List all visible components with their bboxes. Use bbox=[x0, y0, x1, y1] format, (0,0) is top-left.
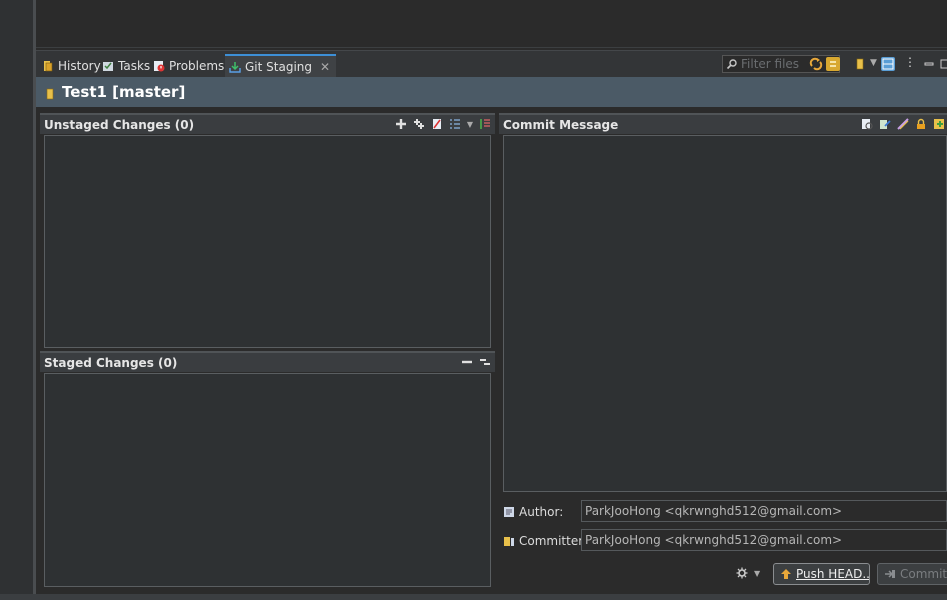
layout-toggle-icon[interactable] bbox=[881, 57, 895, 71]
author-label-text: Author: bbox=[519, 505, 564, 519]
commit-button[interactable]: Commit bbox=[877, 563, 947, 585]
repository-icon[interactable] bbox=[853, 57, 867, 71]
chevron-down-icon[interactable]: ▼ bbox=[754, 569, 760, 578]
presentation-icon[interactable] bbox=[449, 118, 461, 130]
tab-git-staging-label: Git Staging bbox=[245, 60, 313, 74]
commit-label: Commit bbox=[900, 567, 947, 581]
maximize-icon[interactable] bbox=[939, 57, 947, 71]
author-value: ParkJooHong <qkrwnghd512@gmail.com> bbox=[585, 504, 843, 518]
gear-icon[interactable] bbox=[736, 567, 748, 579]
author-label: Author: bbox=[503, 504, 563, 520]
remove-all-icon[interactable] bbox=[479, 356, 491, 368]
chevron-down-icon[interactable]: ▼ bbox=[467, 120, 473, 129]
committer-label-text: Committer: bbox=[519, 534, 587, 548]
staged-changes-section: Staged Changes (0) bbox=[40, 351, 495, 590]
staged-changes-header: Staged Changes (0) bbox=[40, 351, 495, 372]
commit-message-editor[interactable] bbox=[503, 135, 947, 492]
sign-off-icon[interactable] bbox=[897, 118, 909, 130]
sort-icon[interactable] bbox=[479, 118, 491, 130]
remove-from-index-icon[interactable] bbox=[461, 356, 473, 368]
editor-area bbox=[36, 0, 947, 48]
repository-title: Test1 [master] bbox=[62, 83, 186, 101]
tab-history-label: History bbox=[58, 59, 101, 73]
history-icon bbox=[42, 60, 54, 72]
minimize-icon[interactable] bbox=[922, 57, 936, 71]
staged-changes-title: Staged Changes (0) bbox=[44, 355, 178, 370]
tab-problems-label: Problems bbox=[169, 59, 225, 73]
close-icon[interactable]: ✕ bbox=[320, 60, 330, 74]
tab-tasks[interactable]: Tasks bbox=[100, 54, 152, 78]
status-bar bbox=[0, 594, 947, 600]
view-menu-icon[interactable]: ⋮ bbox=[904, 55, 918, 69]
commit-message-title: Commit Message bbox=[503, 117, 619, 132]
staged-files-list[interactable] bbox=[44, 373, 491, 587]
tasks-icon bbox=[102, 60, 114, 72]
left-side-strip bbox=[0, 0, 33, 600]
add-to-index-icon[interactable] bbox=[395, 118, 407, 130]
author-icon bbox=[503, 506, 515, 518]
search-icon bbox=[726, 58, 738, 70]
repository-icon bbox=[44, 86, 56, 100]
committer-value: ParkJooHong <qkrwnghd512@gmail.com> bbox=[585, 533, 843, 547]
committer-label: Committer: bbox=[503, 533, 587, 549]
committer-field[interactable]: ParkJooHong <qkrwnghd512@gmail.com> bbox=[581, 529, 947, 551]
push-icon bbox=[780, 568, 792, 580]
committer-icon bbox=[503, 535, 515, 547]
git-staging-window: History Tasks Problems Git Staging ✕ Fil… bbox=[0, 0, 947, 600]
link-selection-icon[interactable] bbox=[826, 57, 840, 71]
previous-message-icon[interactable] bbox=[861, 118, 873, 130]
unstaged-changes-title: Unstaged Changes (0) bbox=[44, 117, 195, 132]
unstaged-changes-section: Unstaged Changes (0) ▼ bbox=[40, 113, 495, 351]
tab-history[interactable]: History bbox=[40, 54, 103, 78]
tab-git-staging[interactable]: Git Staging ✕ bbox=[225, 54, 337, 78]
refresh-icon[interactable] bbox=[809, 57, 823, 71]
change-id-icon[interactable] bbox=[933, 118, 945, 130]
add-all-icon[interactable] bbox=[413, 118, 425, 130]
tab-problems[interactable]: Problems bbox=[151, 54, 226, 78]
author-field[interactable]: ParkJooHong <qkrwnghd512@gmail.com> bbox=[581, 500, 947, 522]
problems-icon bbox=[153, 60, 165, 72]
git-staging-icon bbox=[229, 61, 241, 73]
amend-icon[interactable] bbox=[879, 118, 891, 130]
repository-header: Test1 [master] bbox=[36, 77, 947, 107]
push-head-button[interactable]: Push HEAD... bbox=[773, 563, 870, 585]
view-tab-bar: History Tasks Problems Git Staging ✕ Fil… bbox=[36, 50, 947, 78]
unstaged-changes-header: Unstaged Changes (0) ▼ bbox=[40, 113, 495, 134]
commit-message-header: Commit Message bbox=[499, 113, 947, 134]
tab-tasks-label: Tasks bbox=[118, 59, 151, 73]
unstaged-files-list[interactable] bbox=[44, 135, 491, 348]
commit-message-section: Commit Message bbox=[499, 113, 947, 495]
push-head-label: Push HEAD... bbox=[796, 567, 870, 581]
lock-icon[interactable] bbox=[915, 118, 927, 130]
ignore-icon[interactable] bbox=[431, 118, 443, 130]
commit-icon bbox=[884, 568, 896, 580]
